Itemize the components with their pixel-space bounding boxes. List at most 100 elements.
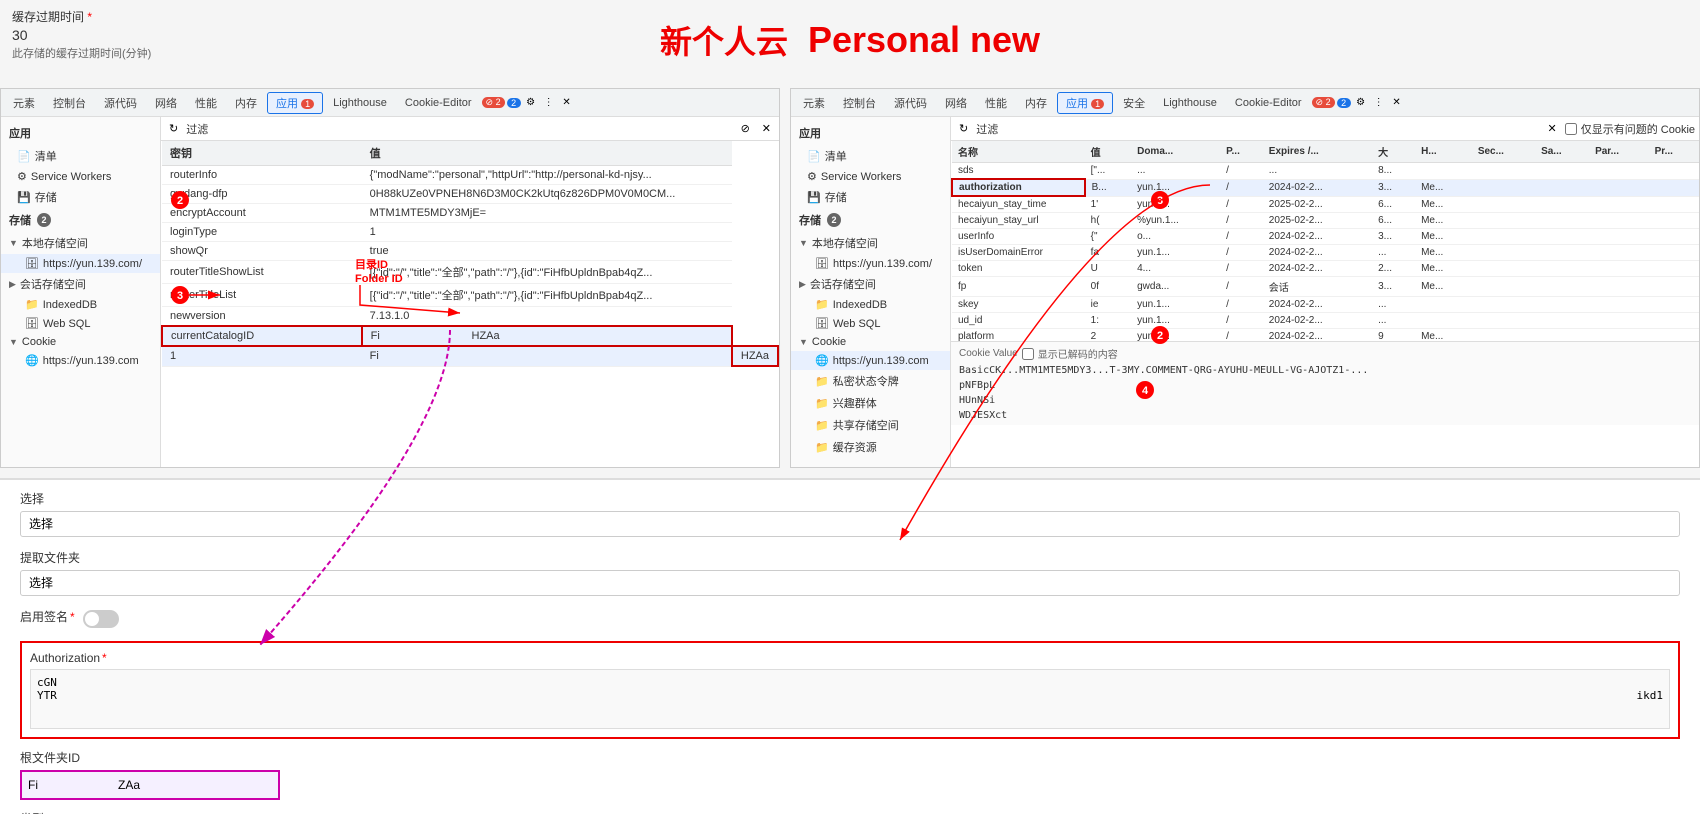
close-icon-left[interactable]: ✕ — [559, 95, 575, 111]
tab-application-right[interactable]: 应用 1 — [1057, 92, 1113, 114]
sidebar-item-indexeddb-right[interactable]: 📁IndexedDB — [791, 295, 950, 314]
cookie-row[interactable]: fp 0f gwda... / 会话 3... Me... — [952, 277, 1699, 297]
auth-label: Authorization * — [30, 651, 1670, 665]
cookie-expires: 2024-02-2... — [1263, 245, 1372, 261]
sidebar-item-cache-resources[interactable]: 📁缓存资源 — [791, 436, 950, 458]
tab-lighthouse-left[interactable]: Lighthouse — [325, 95, 395, 111]
settings-icon-left[interactable]: ⚙ — [523, 95, 539, 111]
col-secure: Sec... — [1472, 141, 1535, 163]
cookie-row[interactable]: userInfo {" o... / 2024-02-2... 3... Me.… — [952, 229, 1699, 245]
delete-icon-right[interactable]: ✕ — [1543, 120, 1560, 137]
sidebar-local-storage-group[interactable]: 本地存储空间 — [1, 232, 160, 254]
extract-select[interactable]: 选择 — [20, 570, 1680, 596]
root-folder-value-box: Fi ZAa — [20, 770, 280, 800]
tab-memory-right[interactable]: 内存 — [1017, 93, 1055, 113]
cookie-row[interactable]: token U 4... / 2024-02-2... 2... Me... — [952, 261, 1699, 277]
tab-cookie-editor-right[interactable]: Cookie-Editor — [1227, 95, 1310, 111]
cookie-value-line4: WDJESXct — [959, 410, 1691, 421]
select-dropdown[interactable]: 选择 — [20, 511, 1680, 537]
tab-elements-left[interactable]: 元素 — [5, 93, 43, 113]
cookie-value: 2 — [1085, 329, 1131, 342]
delete-icon-left[interactable]: ⊘ — [737, 120, 754, 137]
tab-console-right[interactable]: 控制台 — [835, 93, 884, 113]
sidebar-cookie-group[interactable]: Cookie — [1, 333, 160, 351]
sidebar-item-websql[interactable]: 🗄Web SQL — [1, 314, 160, 333]
tab-performance-right[interactable]: 性能 — [977, 93, 1015, 113]
tab-memory-left[interactable]: 内存 — [227, 93, 265, 113]
sidebar-item-manifest[interactable]: 📄清单 — [1, 145, 160, 167]
close-icon-right[interactable]: ✕ — [1389, 95, 1405, 111]
cookie-expires: 2024-02-2... — [1263, 297, 1372, 313]
tab-security-right[interactable]: 安全 — [1115, 93, 1153, 113]
more-icon-left[interactable]: ⋮ — [541, 95, 557, 111]
cookie-row[interactable]: hecaiyun_stay_time 1' yun.1... / 2025-02… — [952, 196, 1699, 213]
table-row[interactable]: routerTitleList [{"id":"/","title":"全部",… — [162, 284, 778, 307]
sidebar-item-manifest-right[interactable]: 📄清单 — [791, 145, 950, 167]
sidebar-item-websql-right[interactable]: 🗄Web SQL — [791, 314, 950, 333]
tab-elements-right[interactable]: 元素 — [795, 93, 833, 113]
show-only-problems-checkbox[interactable] — [1565, 123, 1577, 135]
enable-sign-toggle[interactable] — [83, 610, 119, 628]
sidebar-item-service-workers[interactable]: ⚙Service Workers — [1, 167, 160, 186]
sidebar-item-yun139-local-right[interactable]: 🗄https://yun.139.com/ — [791, 254, 950, 273]
cookie-row[interactable]: sds ["... ... / ... 8... — [952, 163, 1699, 180]
tab-application-left[interactable]: 应用 1 — [267, 92, 323, 114]
sidebar-item-cookie-yun139-right[interactable]: 🌐https://yun.139.com — [791, 351, 950, 370]
sidebar-item-storage-header[interactable]: 💾存储 — [1, 186, 160, 208]
cookie-size: 6... — [1372, 213, 1415, 229]
cookie-row[interactable]: ud_id 1: yun.1... / 2024-02-2... ... — [952, 313, 1699, 329]
show-decoded-checkbox[interactable] — [1022, 348, 1034, 360]
sidebar-session-storage-right[interactable]: 会话存储空间 — [791, 273, 950, 295]
tab-sources-right[interactable]: 源代码 — [886, 93, 935, 113]
sidebar-cookie-group-right[interactable]: Cookie — [791, 333, 950, 351]
cookie-value: ie — [1085, 297, 1131, 313]
table-row[interactable]: loginType 1 — [162, 223, 778, 242]
cookie-size: 8... — [1372, 163, 1415, 180]
cache-section: 缓存过期时间 * 30 此存储的缓存过期时间(分钟) — [0, 0, 200, 69]
sidebar-item-yun139-local[interactable]: 🗄https://yun.139.com/ — [1, 254, 160, 273]
sidebar-item-interest-groups[interactable]: 📁兴趣群体 — [791, 392, 950, 414]
cookie-size: ... — [1372, 245, 1415, 261]
tab-network-left[interactable]: 网络 — [147, 93, 185, 113]
sidebar-item-shared-storage[interactable]: 📁共享存储空间 — [791, 414, 950, 436]
table-row-selected[interactable]: 1 Fi HZAa — [162, 346, 778, 366]
table-row[interactable]: gwdang-dfp 0H88kUZe0VPNEH8N6D3M0CK2kUtq6… — [162, 185, 778, 204]
cookie-row[interactable]: skey ie yun.1... / 2024-02-2... ... — [952, 297, 1699, 313]
table-row-highlighted[interactable]: currentCatalogID Fi HZAa — [162, 326, 778, 346]
sidebar-session-storage-group[interactable]: 会话存储空间 — [1, 273, 160, 295]
table-cell-key: newversion — [162, 307, 362, 327]
cookie-path: / — [1220, 229, 1263, 245]
sidebar-item-cookie-yun139[interactable]: 🌐https://yun.139.com — [1, 351, 160, 370]
tab-console-left[interactable]: 控制台 — [45, 93, 94, 113]
cookie-value-label: Cookie Value 显示已解码的内容 — [959, 346, 1691, 361]
sidebar-item-private-state-tokens[interactable]: 📁私密状态令牌 — [791, 370, 950, 392]
more-icon-right[interactable]: ⋮ — [1371, 95, 1387, 111]
tab-performance-left[interactable]: 性能 — [187, 93, 225, 113]
table-cell-key: routerTitleList — [162, 284, 362, 307]
bottom-form-area: 选择 选择 提取文件夹 选择 启用签名 * Authorization * — [0, 478, 1700, 814]
sidebar-item-sw-right[interactable]: ⚙Service Workers — [791, 167, 950, 186]
clear-icon-left[interactable]: ✕ — [758, 120, 775, 137]
tab-network-right[interactable]: 网络 — [937, 93, 975, 113]
sidebar-local-storage-right[interactable]: 本地存储空间 — [791, 232, 950, 254]
table-row[interactable]: newversion 7.13.1.0 — [162, 307, 778, 327]
table-row[interactable]: encryptAccount MTM1MTE5MDY3MjE= — [162, 204, 778, 223]
tab-cookie-editor-left[interactable]: Cookie-Editor — [397, 95, 480, 111]
settings-icon-right[interactable]: ⚙ — [1353, 95, 1369, 111]
tab-lighthouse-right[interactable]: Lighthouse — [1155, 95, 1225, 111]
cookie-row[interactable]: hecaiyun_stay_url h( %yun.1... / 2025-02… — [952, 213, 1699, 229]
table-row[interactable]: routerInfo {"modName":"personal","httpUr… — [162, 166, 778, 185]
refresh-icon-left[interactable]: ↻ — [165, 120, 182, 137]
sidebar-item-indexeddb[interactable]: 📁IndexedDB — [1, 295, 160, 314]
cookie-row[interactable]: platform 2 yun.1... / 2024-02-2... 9 Me.… — [952, 329, 1699, 342]
sidebar-item-storage-right[interactable]: 💾存储 — [791, 186, 950, 208]
table-row[interactable]: showQr true — [162, 242, 778, 261]
cookie-value: ["... — [1085, 163, 1131, 180]
refresh-icon-right[interactable]: ↻ — [955, 120, 972, 137]
cookie-row[interactable]: isUserDomainError fa yun.1... / 2024-02-… — [952, 245, 1699, 261]
table-row[interactable]: routerTitleShowList [{"id":"/","title":"… — [162, 261, 778, 284]
cookie-expires: 2025-02-2... — [1263, 196, 1372, 213]
cookie-name: skey — [952, 297, 1085, 313]
cookie-row-authorization[interactable]: authorization B... yun.1... / 2024-02-2.… — [952, 179, 1699, 196]
tab-sources-left[interactable]: 源代码 — [96, 93, 145, 113]
